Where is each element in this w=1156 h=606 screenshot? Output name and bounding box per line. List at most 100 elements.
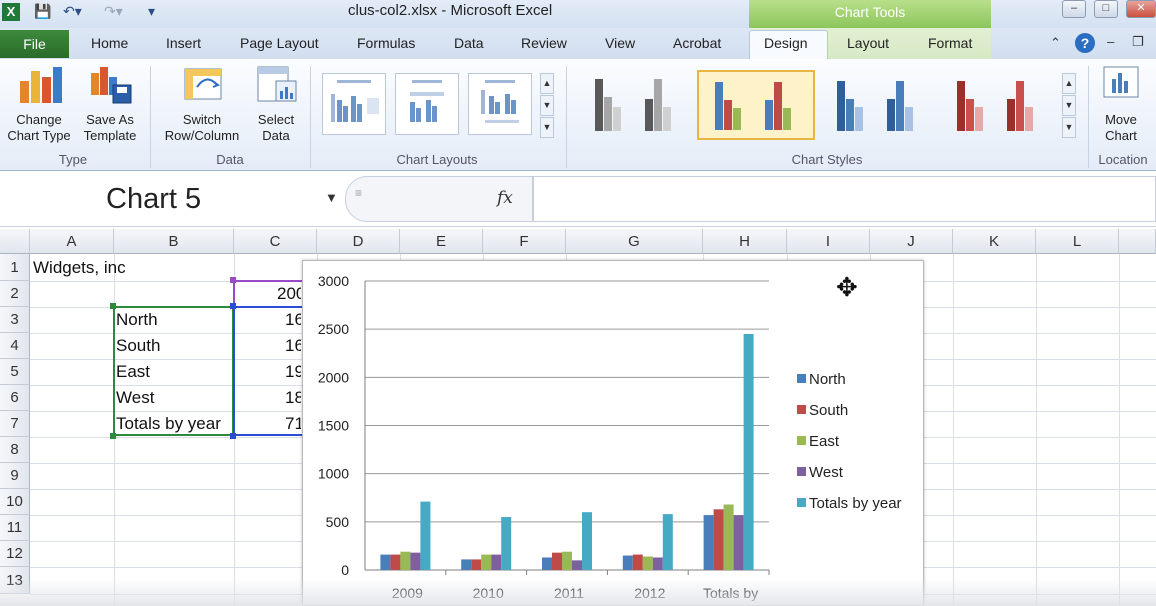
column-header-l[interactable]: L	[1036, 229, 1119, 254]
column-header-g[interactable]: G	[566, 229, 703, 254]
help-icon[interactable]: ?	[1075, 33, 1095, 53]
column-header-b[interactable]: B	[114, 229, 234, 254]
workbook-restore-icon[interactable]: ❐	[1132, 34, 1144, 50]
column-header-i[interactable]: I	[787, 229, 870, 254]
bar	[481, 554, 492, 570]
tab-data[interactable]: Data	[454, 35, 484, 51]
tab-format[interactable]: Format	[928, 35, 972, 51]
row-header[interactable]: 6	[0, 385, 30, 411]
row-header[interactable]: 10	[0, 489, 30, 515]
values-range-highlight	[233, 306, 303, 436]
row-header[interactable]: 2	[0, 281, 30, 307]
tab-layout[interactable]: Layout	[847, 35, 889, 51]
legend-swatch	[797, 467, 806, 476]
column-header-c[interactable]: C	[234, 229, 317, 254]
range-handle[interactable]	[110, 303, 116, 309]
chart-layout-1[interactable]	[322, 73, 386, 135]
series-range-highlight	[113, 306, 234, 436]
grid-line	[953, 254, 954, 606]
bar	[713, 509, 724, 570]
move-chart-label: Move Chart	[1105, 112, 1137, 143]
chevron-down-icon[interactable]: ▼	[325, 190, 338, 205]
style-thumb-icon	[715, 82, 791, 130]
workbook-minimize-icon[interactable]: –	[1107, 34, 1114, 49]
column-header-m[interactable]	[1119, 229, 1156, 254]
cell-a1[interactable]: Widgets, inc	[33, 258, 126, 278]
bar	[632, 554, 643, 570]
tab-home[interactable]: Home	[91, 35, 128, 51]
row-header[interactable]: 1	[0, 254, 30, 281]
tab-page-layout[interactable]: Page Layout	[240, 35, 319, 51]
tab-file[interactable]: File	[0, 30, 69, 58]
styles-scroll-down[interactable]: ▼	[1062, 95, 1076, 116]
tab-view[interactable]: View	[605, 35, 635, 51]
bar	[400, 551, 411, 570]
ribbon-separator	[310, 66, 311, 168]
move-chart-button[interactable]: Move Chart	[1094, 63, 1148, 148]
column-header-d[interactable]: D	[317, 229, 400, 254]
chart-layout-3[interactable]	[468, 73, 532, 135]
row-header[interactable]: 4	[0, 333, 30, 359]
maximize-button[interactable]: □	[1094, 0, 1118, 18]
tab-insert[interactable]: Insert	[166, 35, 201, 51]
redo-icon[interactable]: ↷▾	[104, 3, 123, 20]
layouts-more[interactable]: ▼	[540, 117, 554, 138]
bar	[491, 554, 502, 570]
range-handle[interactable]	[110, 433, 116, 439]
styles-more[interactable]: ▼	[1062, 117, 1076, 138]
bar	[743, 333, 754, 570]
minimize-button[interactable]: –	[1062, 0, 1086, 18]
row-header[interactable]: 3	[0, 307, 30, 333]
save-as-template-button[interactable]: Save As Template	[77, 63, 143, 148]
chart-style-gray[interactable]	[578, 70, 696, 140]
row-header[interactable]: 12	[0, 541, 30, 567]
column-header-e[interactable]: E	[400, 229, 483, 254]
expand-handle-icon[interactable]: ≡	[355, 186, 362, 200]
insert-function-icon[interactable]: fx	[497, 188, 513, 208]
chart-layout-2[interactable]	[395, 73, 459, 135]
tab-acrobat[interactable]: Acrobat	[673, 35, 721, 51]
column-header-h[interactable]: H	[703, 229, 787, 254]
save-icon[interactable]: 💾	[34, 3, 51, 20]
column-header-a[interactable]: A	[30, 229, 114, 254]
embedded-chart[interactable]: 3000250020001500100050002009201020112012…	[302, 260, 924, 606]
row-header[interactable]: 9	[0, 463, 30, 489]
y-tick-label: 0	[341, 562, 349, 578]
select-data-label: Select Data	[257, 112, 295, 143]
select-all-corner[interactable]	[0, 229, 30, 254]
ribbon-separator	[1088, 66, 1089, 168]
bar	[552, 552, 562, 570]
chart-style-colorful-selected[interactable]	[697, 70, 815, 140]
ribbon-collapse-icon[interactable]: ⌃	[1050, 35, 1061, 51]
column-header-k[interactable]: K	[953, 229, 1036, 254]
range-handle[interactable]	[230, 277, 236, 283]
styles-scroll-up[interactable]: ▲	[1062, 73, 1076, 94]
layouts-scroll-up[interactable]: ▲	[540, 73, 554, 94]
bar	[380, 554, 391, 570]
bar	[461, 559, 472, 570]
range-handle[interactable]	[230, 433, 236, 439]
change-chart-type-button[interactable]: Change Chart Type	[4, 63, 74, 148]
undo-icon[interactable]: ↶▾	[63, 3, 82, 20]
layouts-scroll-down[interactable]: ▼	[540, 95, 554, 116]
row-header[interactable]: 8	[0, 437, 30, 463]
switch-row-column-button[interactable]: Switch Row/Column	[157, 63, 247, 148]
chart-style-red[interactable]	[940, 70, 1058, 140]
row-header[interactable]: 5	[0, 359, 30, 385]
formula-input[interactable]	[533, 176, 1156, 222]
chart-style-blue[interactable]	[820, 70, 938, 140]
column-header-j[interactable]: J	[870, 229, 953, 254]
excel-icon[interactable]: X	[2, 3, 20, 21]
select-data-button[interactable]: Select Data	[250, 63, 302, 148]
tab-review[interactable]: Review	[521, 35, 567, 51]
row-header[interactable]: 11	[0, 515, 30, 541]
tab-design[interactable]: Design	[764, 35, 808, 51]
switch-row-column-label: Switch Row/Column	[164, 112, 240, 143]
column-header-f[interactable]: F	[483, 229, 566, 254]
change-chart-type-label: Change Chart Type	[7, 112, 71, 143]
range-handle[interactable]	[230, 303, 236, 309]
tab-formulas[interactable]: Formulas	[357, 35, 415, 51]
row-header[interactable]: 7	[0, 411, 30, 437]
customize-qat-icon[interactable]: ▾	[148, 3, 155, 20]
close-button[interactable]: ✕	[1126, 0, 1156, 18]
